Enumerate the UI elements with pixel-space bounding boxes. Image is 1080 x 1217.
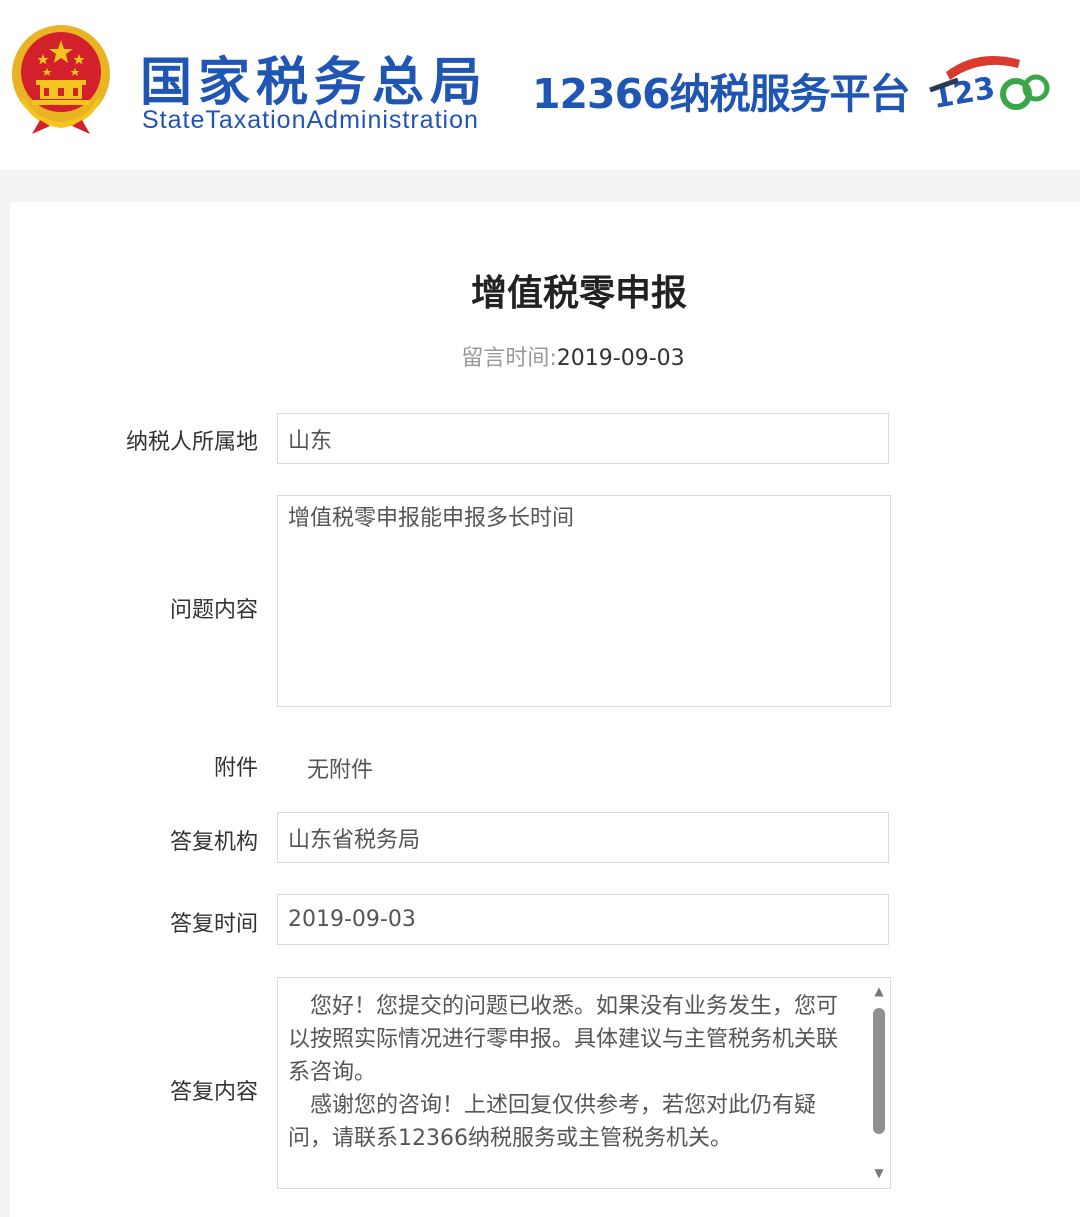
site-header: 国家税务总局 StateTaxationAdministration 12366… <box>0 0 1080 170</box>
org-name-cn: 国家税务总局 <box>140 53 489 113</box>
attachment-label: 附件 <box>213 756 258 781</box>
attachment-value: 无附件 <box>307 758 374 783</box>
scroll-thumb[interactable] <box>873 1008 885 1134</box>
location-value: 山东 <box>288 428 333 454</box>
svg-text:123: 123 <box>930 71 998 116</box>
reply-org-label: 答复机构 <box>169 830 258 855</box>
reply-paragraph: 感谢您的咨询！上述回复仅供参考，若您对此仍有疑问，请联系12366纳税服务或主管… <box>288 1093 817 1151</box>
question-label: 问题内容 <box>169 598 258 623</box>
national-emblem-icon <box>12 25 110 134</box>
posted-time: 留言时间:2019-09-03 <box>10 340 1080 372</box>
scroll-down-arrow-icon[interactable]: ▼ <box>872 1166 886 1180</box>
location-label: 纳税人所属地 <box>125 430 258 455</box>
reply-content-field[interactable]: 您好！您提交的问题已收悉。如果没有业务发生，您可以按照实际情况进行零申报。具体建… <box>277 977 891 1189</box>
platform-name: 12366纳税服务平台 <box>532 70 911 118</box>
question-value: 增值税零申报能申报多长时间 <box>288 506 575 531</box>
question-field[interactable]: 增值税零申报能申报多长时间 <box>277 495 891 707</box>
posted-time-value: 2019-09-03 <box>556 346 685 371</box>
reply-time-field[interactable]: 2019-09-03 <box>277 894 889 945</box>
reply-scrollbar[interactable]: ▲ ▼ <box>872 982 886 1182</box>
reply-org-value: 山东省税务局 <box>288 827 421 853</box>
location-field[interactable]: 山东 <box>277 413 889 464</box>
reply-time-value: 2019-09-03 <box>288 907 416 932</box>
reply-paragraph: 您好！您提交的问题已收悉。如果没有业务发生，您可以按照实际情况进行零申报。具体建… <box>288 994 839 1085</box>
12366-logo-icon: 123 <box>929 56 1050 116</box>
reply-time-label: 答复时间 <box>169 912 258 937</box>
scroll-up-arrow-icon[interactable]: ▲ <box>872 984 886 998</box>
org-name-en: StateTaxationAdministration <box>142 106 479 134</box>
posted-time-label: 留言时间: <box>461 346 557 371</box>
reply-org-field[interactable]: 山东省税务局 <box>277 812 889 863</box>
reply-content-label: 答复内容 <box>169 1080 258 1105</box>
page-title: 增值税零申报 <box>470 273 687 314</box>
message-detail-card: 增值税零申报 留言时间:2019-09-03 纳税人所属地 山东 问题内容 增值… <box>10 202 1080 1217</box>
